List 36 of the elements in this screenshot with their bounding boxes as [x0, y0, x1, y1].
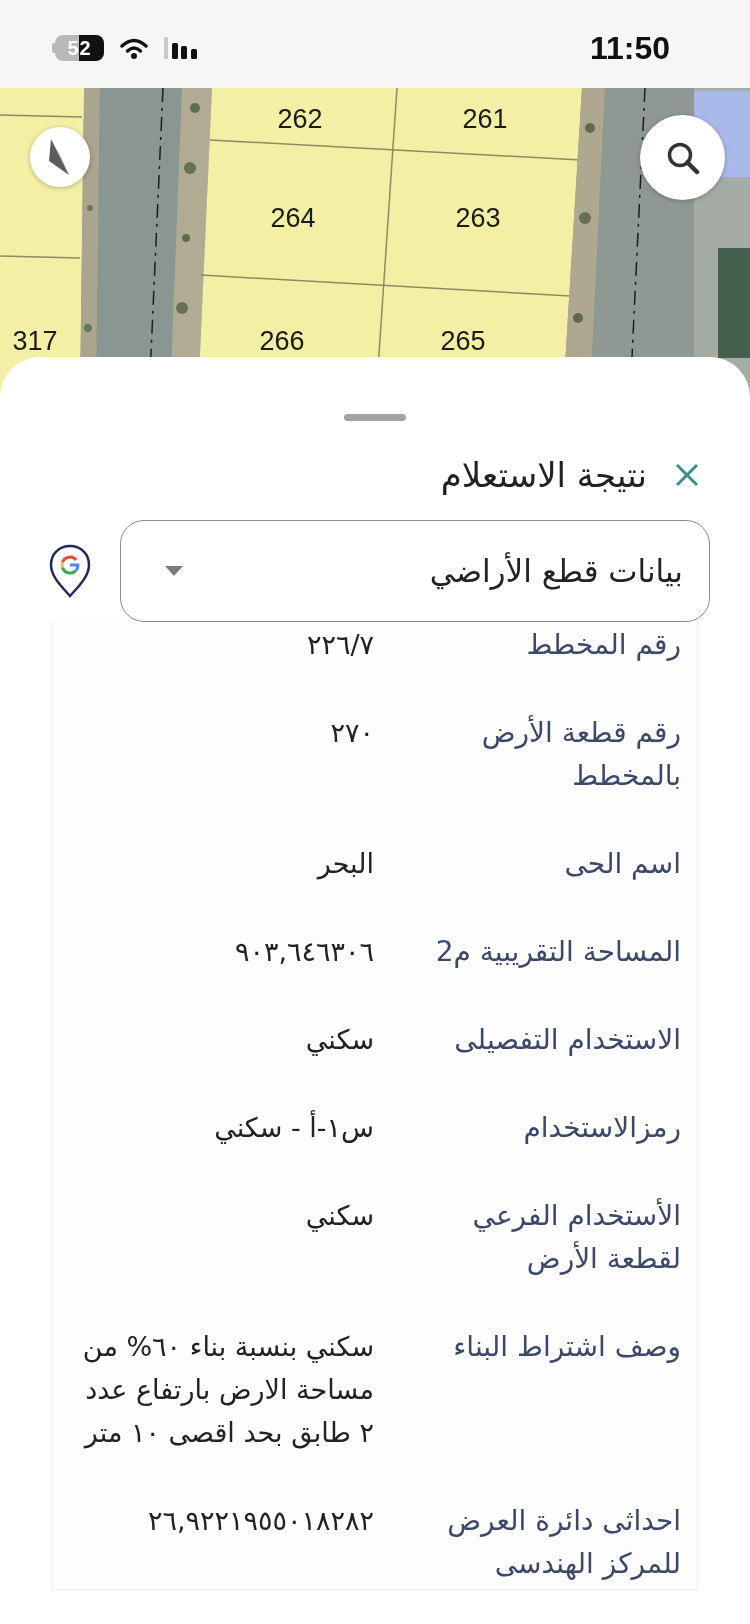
field-value: سكني [304, 1199, 374, 1234]
field-value: البحر [315, 847, 374, 882]
field-label: وصف اشتراط البناء [452, 1329, 681, 1365]
wifi-icon [119, 37, 149, 59]
field-value: سكني [304, 1023, 374, 1058]
field-label: اسم الحى [563, 846, 681, 882]
field-value: ٢٦,٩٢٢١٩٥٥٠١٨٢٨٢ [146, 1504, 374, 1538]
parcel-number: 317 [12, 326, 58, 356]
field-label: الأستخدام الفرعي لقطعة الأرض [471, 1197, 681, 1277]
close-icon [674, 462, 700, 488]
field-value: سكني بنسبة بناء ٦٠% من مساحة الارض بارتفاع عدد ٢ طابق بحد اقصى ١٠ متر [81, 1330, 374, 1451]
field-label: رقم قطعة الأرض بالمخطط [480, 714, 681, 794]
close-button[interactable] [674, 462, 700, 488]
field-value: ٢٢٦/٧ [305, 628, 374, 662]
field-label: المساحة التقريبية م2 [434, 934, 681, 970]
select-dropdown[interactable]: بيانات قطع الأراضي [120, 520, 710, 622]
parcel-number: 266 [259, 326, 305, 356]
parcel-number: 261 [462, 104, 508, 134]
field-value: س١-أ - سكني [213, 1109, 374, 1146]
field-label: الاستخدام التفصيلى [453, 1022, 681, 1058]
field-label: رمزالاستخدام [522, 1110, 681, 1146]
battery-indicator: 52 [52, 35, 104, 61]
parcel-number: 265 [440, 326, 486, 356]
field-label: رقم المخطط [525, 627, 681, 663]
drag-handle[interactable] [344, 414, 406, 421]
parcel-number: 263 [455, 203, 501, 233]
pin-icon[interactable] [48, 544, 92, 598]
caret-icon [165, 566, 183, 576]
field-value: ٢٧٠ [329, 716, 374, 750]
sheet-title: نتيجة الاستعلام [440, 455, 647, 495]
parcel-number: 264 [270, 203, 316, 233]
field-label: احداثى دائرة العرض للمركز الهندسى [446, 1503, 681, 1582]
field-value: ٩٠٣,٦٤٦٣٠٦ [233, 935, 374, 969]
clock-time: 11:50 [589, 29, 670, 67]
search-icon [665, 140, 700, 175]
parcel-number: 262 [277, 104, 323, 134]
